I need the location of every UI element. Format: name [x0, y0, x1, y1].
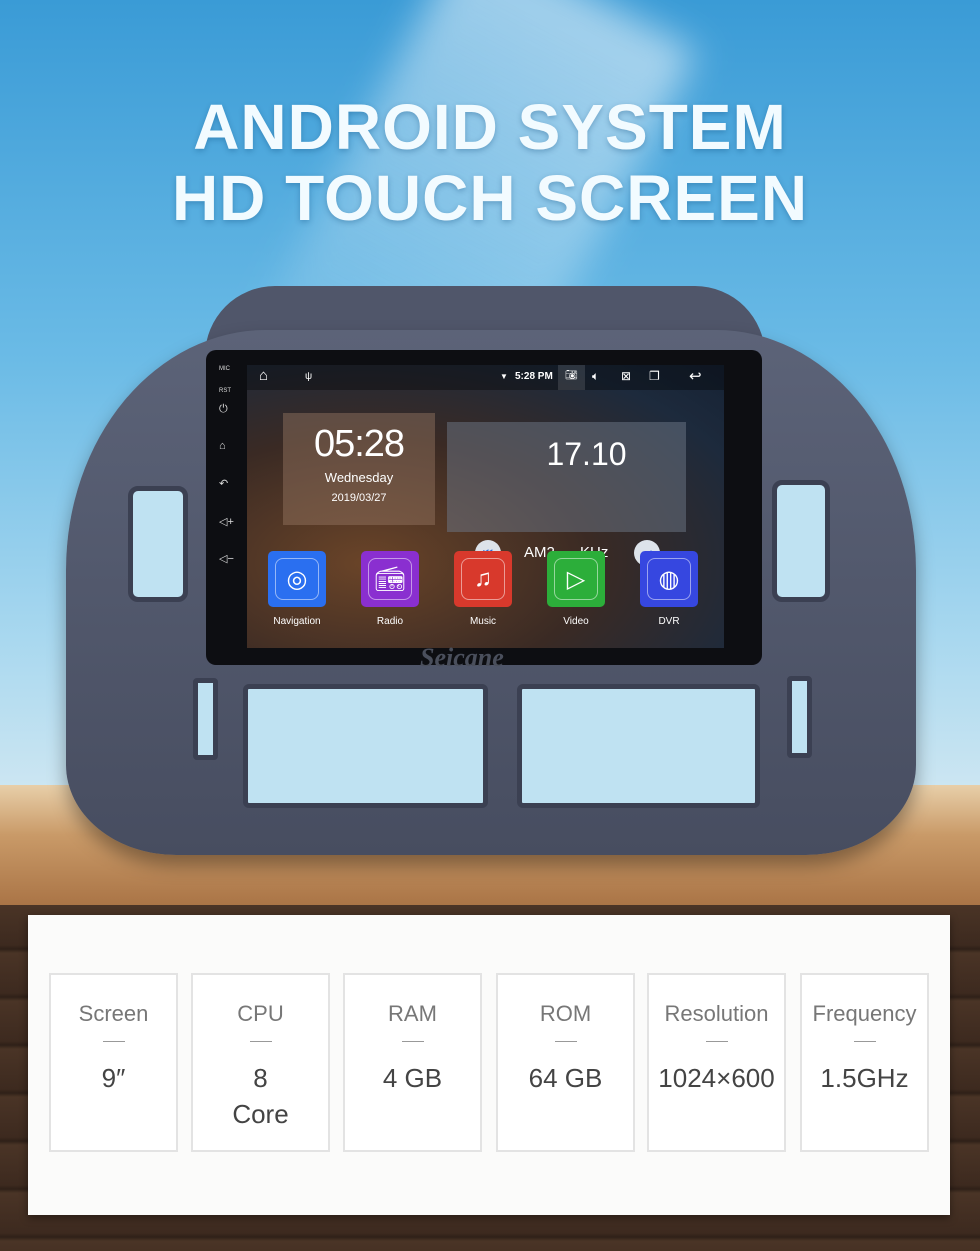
power-icon[interactable]: ⏻ [219, 403, 228, 416]
navigation-icon: ◎ [268, 551, 326, 607]
app-dvr[interactable]: ◍ DVR [640, 551, 698, 627]
clock-widget[interactable]: 05:28 Wednesday 2019/03/27 [283, 413, 435, 525]
lower-right-slot [517, 684, 760, 808]
volume-up-icon[interactable]: ◁+ [219, 515, 234, 528]
spec-frequency: Frequency 1.5GHz [800, 973, 929, 1152]
app-label: Music [469, 616, 497, 627]
lower-left-slot [243, 684, 488, 808]
app-label: Video [563, 616, 589, 627]
left-vent [128, 486, 188, 602]
clock-date: 2019/03/27 [331, 492, 387, 504]
close-window-icon[interactable]: ⊠ [621, 369, 631, 383]
right-vent [772, 480, 830, 602]
clock-day: Wednesday [324, 470, 394, 485]
back-icon[interactable]: ↶ [219, 477, 228, 490]
clock-time: 05:28 [313, 423, 405, 465]
status-time: 5:28 PM [515, 371, 553, 382]
volume-down-icon[interactable]: ◁− [219, 552, 234, 565]
app-navigation[interactable]: ◎ Navigation [268, 551, 326, 627]
app-label: Radio [376, 616, 404, 627]
rst-label: RST [219, 388, 231, 394]
spec-ram: RAM 4 GB [343, 973, 482, 1152]
spec-screen: Screen 9″ [49, 973, 178, 1152]
home-icon[interactable]: ⌂ [259, 367, 268, 384]
dvr-icon: ◍ [640, 551, 698, 607]
app-video[interactable]: ▷ Video [547, 551, 605, 627]
volume-icon[interactable]: 🔈︎ [592, 369, 599, 384]
app-label: DVR [658, 616, 680, 627]
small-right-vent [787, 676, 812, 758]
small-left-vent [193, 678, 218, 760]
app-music[interactable]: ♫ Music [454, 551, 512, 627]
headline-line1: ANDROID SYSTEM [193, 91, 787, 163]
home-icon[interactable]: ⌂ [219, 440, 226, 452]
radio-icon: 📻︎ [361, 551, 419, 607]
radio-widget[interactable]: 17.10 ⏮ AM2 KHz ⏭ [447, 422, 686, 566]
camera-icon[interactable]: 📷︎ [558, 365, 585, 390]
spec-cpu: CPU 8 Core [191, 973, 330, 1152]
usb-icon: ψ [305, 371, 313, 382]
wifi-icon: ▼ [500, 372, 508, 381]
recent-apps-icon[interactable]: ❐ [649, 369, 660, 383]
back-icon[interactable]: ↩ [689, 367, 702, 385]
mic-label: MIC [219, 366, 230, 372]
headline-line2: HD TOUCH SCREEN [171, 162, 809, 234]
spec-rom: ROM 64 GB [496, 973, 635, 1152]
spec-resolution: Resolution 1024×600 [647, 973, 786, 1152]
app-label: Navigation [273, 616, 321, 627]
video-icon: ▷ [547, 551, 605, 607]
android-screen: ⌂ ψ ▼ 5:28 PM 📷︎ 🔈︎ ⊠ ❐ ↩ 05:28 Wednesda… [247, 365, 724, 648]
music-icon: ♫ [454, 551, 512, 607]
status-bar: ⌂ ψ ▼ 5:28 PM 📷︎ 🔈︎ ⊠ ❐ ↩ [247, 365, 724, 390]
radio-frequency: 17.10 [546, 436, 627, 472]
app-radio[interactable]: 📻︎ Radio [361, 551, 419, 627]
brand-logo: Seicane [420, 643, 504, 672]
